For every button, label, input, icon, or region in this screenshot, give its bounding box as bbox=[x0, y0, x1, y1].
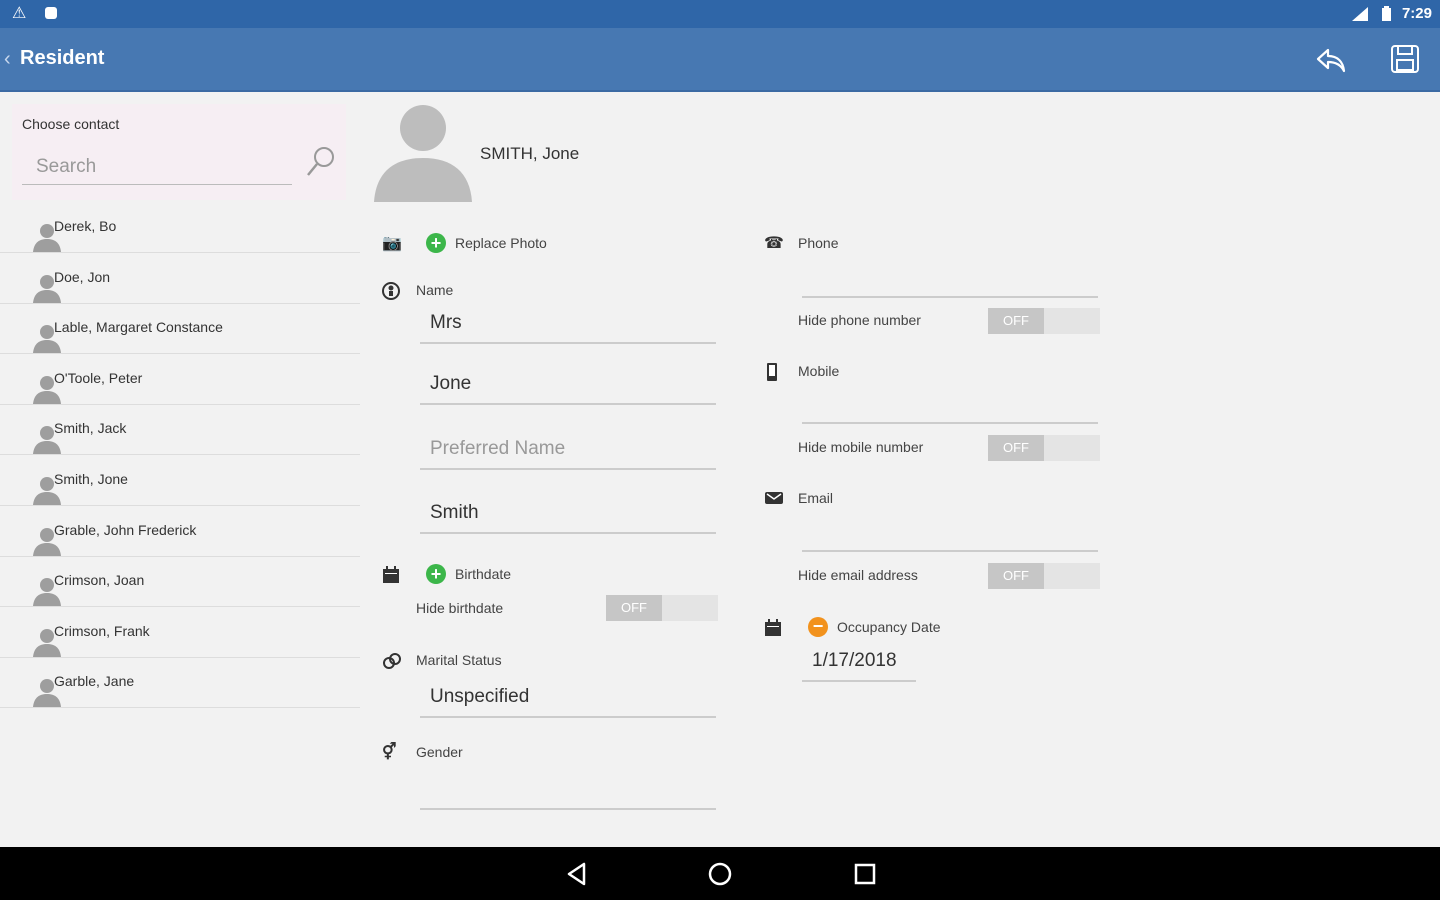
gender-icon: ⚥ bbox=[382, 744, 397, 761]
avatar[interactable] bbox=[372, 100, 474, 207]
remove-occupancy-date-button[interactable]: − bbox=[808, 617, 828, 637]
occupancy-date-value: 1/17/2018 bbox=[812, 650, 897, 671]
hide-mobile-toggle[interactable]: OFF bbox=[988, 435, 1100, 461]
contact-list-item[interactable]: Lable, Margaret Constance bbox=[0, 303, 360, 355]
preferred-name-field[interactable]: Preferred Name bbox=[420, 434, 716, 470]
app-bar: ‹ Resident bbox=[0, 28, 1440, 92]
contact-sidebar: Choose contact Search Derek, Bo Doe, Jon L… bbox=[0, 92, 360, 847]
contact-list-item[interactable]: Crimson, Joan bbox=[0, 556, 360, 608]
calendar-icon bbox=[382, 566, 400, 589]
contact-name: Doe, Jon bbox=[54, 268, 111, 285]
gender-select[interactable] bbox=[420, 774, 716, 810]
mobile-icon bbox=[766, 363, 778, 386]
contact-name: Crimson, Frank bbox=[54, 622, 150, 639]
contact-name: Derek, Bo bbox=[54, 218, 117, 234]
email-label: Email bbox=[798, 490, 834, 506]
occupancy-date-label: Occupancy Date bbox=[837, 619, 941, 635]
clock: 7:29 bbox=[1401, 5, 1432, 22]
contact-name: Smith, Jack bbox=[54, 420, 127, 437]
email-field[interactable] bbox=[802, 516, 1098, 552]
hide-phone-label: Hide phone number bbox=[798, 312, 921, 328]
contact-list-item[interactable]: Doe, Jon bbox=[0, 253, 360, 304]
add-birthdate-button[interactable]: + bbox=[426, 564, 446, 584]
rings-icon bbox=[382, 652, 402, 675]
resident-display-name: SMITH, Jone bbox=[480, 144, 580, 163]
hide-birthdate-toggle[interactable]: OFF bbox=[606, 595, 718, 621]
contact-list-item[interactable]: Crimson, Frank bbox=[0, 607, 360, 658]
birthdate-label: Birthdate bbox=[455, 566, 512, 582]
contact-list-item[interactable]: Garble, Jane bbox=[0, 657, 360, 709]
calendar-icon bbox=[764, 619, 782, 642]
contact-name: O'Toole, Peter bbox=[54, 369, 143, 386]
search-placeholder: Search bbox=[36, 156, 97, 177]
contact-list-item[interactable]: O'Toole, Peter bbox=[0, 354, 360, 405]
nav-back-icon[interactable] bbox=[564, 861, 590, 887]
preferred-name-placeholder: Preferred Name bbox=[430, 438, 566, 459]
contact-name: Lable, Margaret Constance bbox=[54, 319, 223, 336]
status-bar: ⚠ 7:29 bbox=[0, 0, 1440, 28]
contact-list-item[interactable]: Derek, Bo bbox=[0, 202, 360, 253]
contact-name: Smith, Jone bbox=[54, 471, 128, 487]
back-chevron-icon[interactable]: ‹ bbox=[4, 48, 11, 71]
first-name-value: Jone bbox=[430, 373, 472, 394]
phone-field[interactable] bbox=[802, 262, 1098, 298]
contact-name: Garble, Jane bbox=[54, 673, 135, 690]
toggle-off-label: OFF bbox=[606, 595, 662, 621]
save-icon[interactable] bbox=[1388, 42, 1422, 76]
signal-icon bbox=[1350, 6, 1370, 26]
search-input[interactable]: Search bbox=[22, 154, 292, 185]
search-card: Choose contact Search bbox=[12, 104, 346, 200]
first-name-field[interactable]: Jone bbox=[420, 369, 716, 405]
hide-phone-toggle[interactable]: OFF bbox=[988, 308, 1100, 334]
toggle-off-label: OFF bbox=[988, 435, 1044, 461]
marital-status-value: Unspecified bbox=[430, 686, 530, 707]
gender-label: Gender bbox=[416, 744, 463, 760]
mobile-label: Mobile bbox=[798, 363, 840, 379]
toggle-off-label: OFF bbox=[988, 308, 1044, 334]
notification-dot-icon bbox=[44, 6, 58, 24]
hide-mobile-label: Hide mobile number bbox=[798, 439, 924, 455]
resident-form: SMITH, Jone 📷 + Replace Photo Name Mrs J… bbox=[360, 92, 1440, 847]
page-title[interactable]: Resident bbox=[20, 47, 104, 70]
email-icon bbox=[764, 490, 784, 511]
toggle-off-label: OFF bbox=[988, 563, 1044, 589]
warning-icon: ⚠ bbox=[12, 5, 27, 22]
system-navigation-bar bbox=[0, 847, 1440, 900]
title-field[interactable]: Mrs bbox=[420, 308, 716, 344]
camera-icon: 📷 bbox=[382, 235, 402, 252]
marital-status-label: Marital Status bbox=[416, 652, 502, 668]
mobile-field[interactable] bbox=[802, 388, 1098, 424]
hide-email-toggle[interactable]: OFF bbox=[988, 563, 1100, 589]
battery-icon bbox=[1380, 6, 1392, 26]
contact-name: Crimson, Joan bbox=[54, 572, 145, 589]
marital-status-select[interactable]: Unspecified bbox=[420, 682, 716, 718]
search-icon[interactable] bbox=[304, 144, 338, 180]
reply-icon[interactable] bbox=[1314, 42, 1348, 76]
phone-icon: ☎ bbox=[764, 235, 784, 252]
contact-list-item[interactable]: Grable, John Frederick bbox=[0, 506, 360, 557]
search-label: Choose contact bbox=[22, 116, 120, 132]
replace-photo-label[interactable]: Replace Photo bbox=[455, 235, 547, 251]
add-photo-button[interactable]: + bbox=[426, 233, 446, 253]
hide-email-label: Hide email address bbox=[798, 567, 918, 583]
phone-label: Phone bbox=[798, 235, 839, 251]
person-info-icon bbox=[382, 282, 400, 305]
nav-recents-icon[interactable] bbox=[852, 861, 878, 887]
occupancy-date-field[interactable]: 1/17/2018 bbox=[802, 646, 916, 682]
name-label: Name bbox=[416, 282, 454, 298]
title-value: Mrs bbox=[430, 312, 462, 333]
hide-birthdate-label: Hide birthdate bbox=[416, 600, 504, 616]
last-name-field[interactable]: Smith bbox=[420, 498, 716, 534]
contact-list-item[interactable]: Smith, Jone bbox=[0, 455, 360, 506]
contact-list-item[interactable]: Smith, Jack bbox=[0, 404, 360, 456]
contact-name: Grable, John Frederick bbox=[54, 521, 197, 538]
nav-home-icon[interactable] bbox=[707, 861, 733, 887]
last-name-value: Smith bbox=[430, 502, 479, 523]
